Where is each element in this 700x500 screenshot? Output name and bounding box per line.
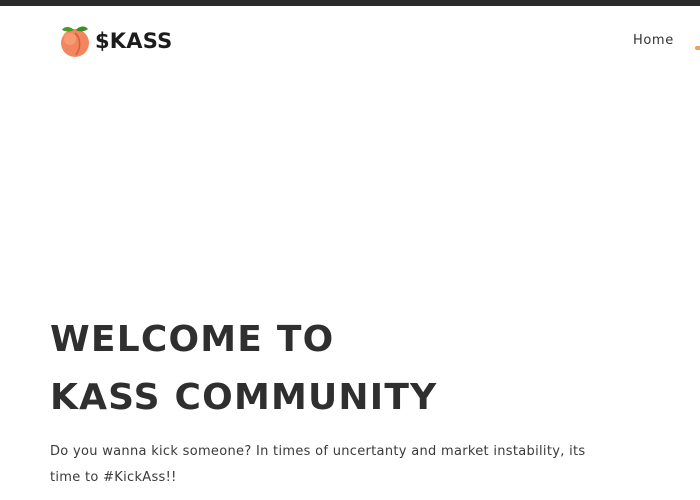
brand-link[interactable]: $KASS xyxy=(58,24,172,58)
nav-accent-mark xyxy=(695,46,700,50)
hero-subtitle: Do you wanna kick someone? In times of u… xyxy=(50,444,586,485)
hero-title-line-2: KASS COMMUNITY xyxy=(50,377,438,418)
nav-menu: Home xyxy=(633,32,674,50)
brand-name: $KASS xyxy=(95,29,173,53)
peach-icon xyxy=(61,26,89,57)
nav-home-link[interactable]: Home xyxy=(633,32,674,50)
hero-section: WELCOME TO KASS COMMUNITY Do you wanna k… xyxy=(50,311,670,491)
hero-title: WELCOME TO KASS COMMUNITY xyxy=(50,311,670,427)
navbar: $KASS Home xyxy=(0,6,700,76)
hero-title-line-1: WELCOME TO xyxy=(50,319,335,360)
